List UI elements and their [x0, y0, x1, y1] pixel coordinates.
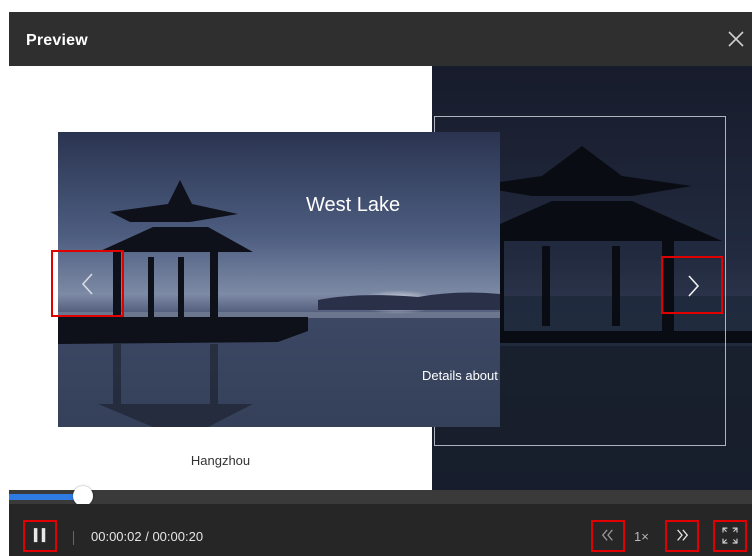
chevron-left-icon — [81, 273, 93, 295]
close-icon[interactable] — [724, 27, 748, 51]
next-slide-button[interactable] — [661, 256, 723, 314]
chevron-right-icon — [688, 275, 700, 297]
progress-thumb[interactable] — [73, 486, 94, 506]
dialog-title: Preview — [26, 32, 88, 49]
pause-icon — [33, 528, 46, 543]
progress-bar[interactable] — [9, 486, 752, 506]
rewind-icon — [601, 529, 613, 541]
player-controls: 00:00:02 / 00:00:20 1× — [9, 504, 752, 556]
slide-details-link[interactable]: Details about the West Lake — [422, 368, 500, 383]
slide-caption: Hangzhou — [190, 453, 251, 468]
slide-card[interactable]: West Lake Details about the West Lake — [58, 132, 500, 427]
playback-speed[interactable]: 1× — [634, 529, 649, 544]
controls-divider — [73, 531, 74, 545]
time-display: 00:00:02 / 00:00:20 — [91, 529, 204, 544]
progress-fill — [9, 494, 84, 500]
pause-button[interactable] — [23, 520, 57, 552]
preview-dialog: Preview West Lake Details about Hangzhou… — [9, 12, 752, 556]
rewind-button[interactable] — [591, 520, 625, 552]
dialog-header: Preview — [9, 12, 752, 66]
prev-slide-button[interactable] — [51, 250, 124, 317]
fullscreen-icon — [722, 527, 738, 544]
fast-forward-icon — [677, 529, 689, 541]
fullscreen-button[interactable] — [713, 520, 747, 552]
slide-stage: West Lake Details about the West Lake Ha… — [9, 66, 752, 490]
slide-title: West Lake — [306, 194, 401, 216]
fast-forward-button[interactable] — [665, 520, 699, 552]
